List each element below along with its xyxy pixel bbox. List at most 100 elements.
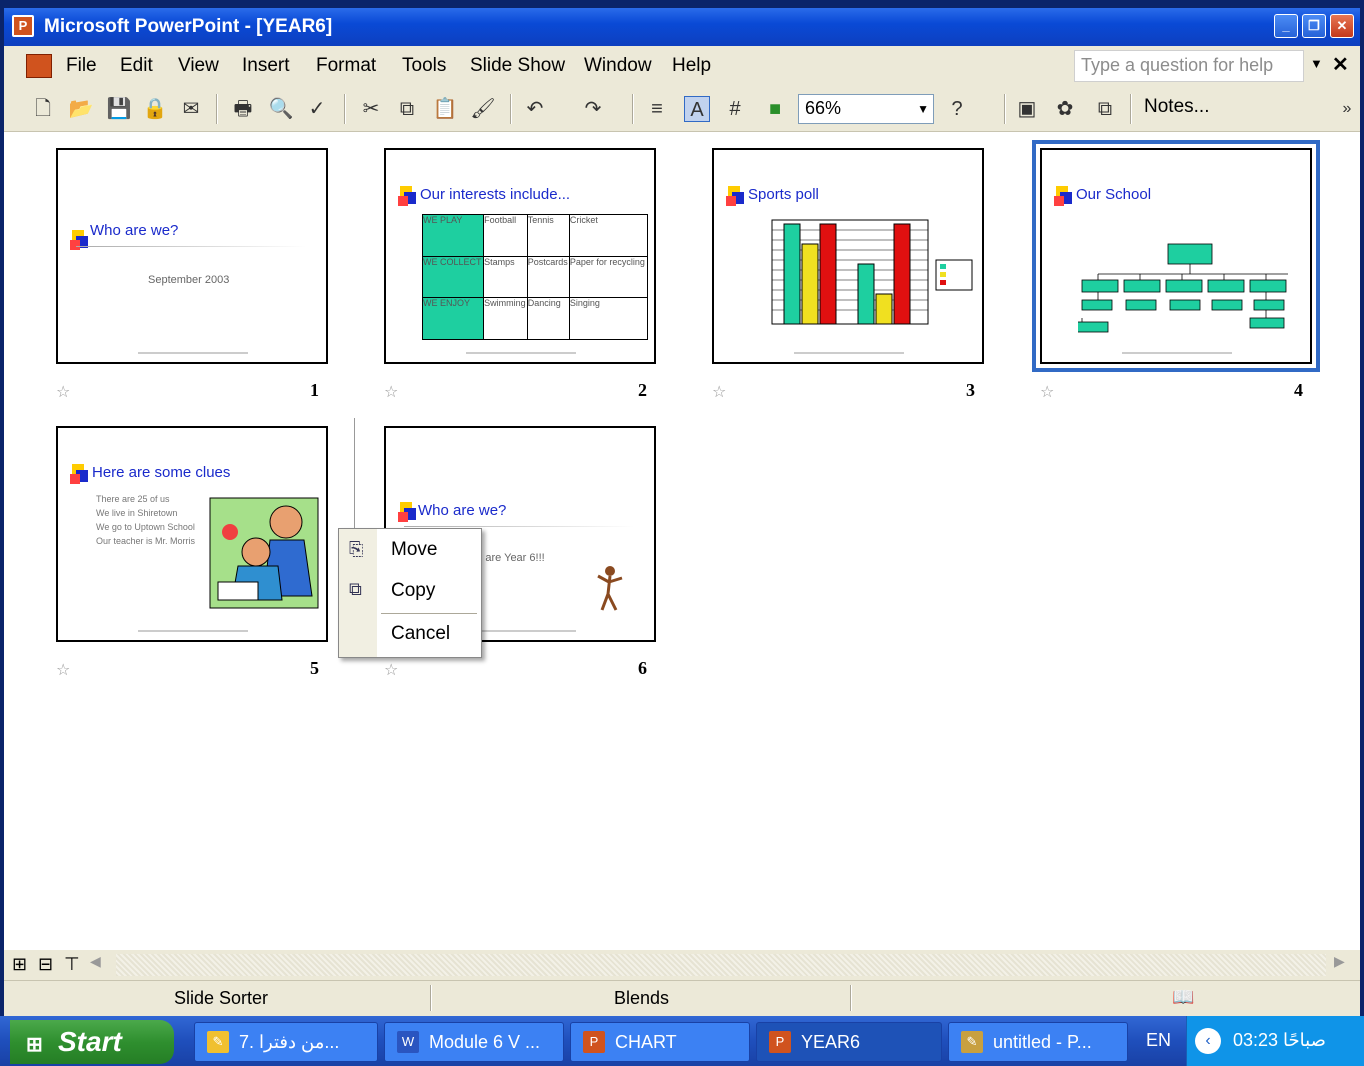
redo-icon[interactable]: ↷	[580, 96, 606, 122]
expand-all-icon[interactable]: ≡	[644, 96, 670, 122]
list-item: Our teacher is Mr. Morris	[96, 536, 196, 546]
transition-icon[interactable]: ☆	[56, 382, 70, 401]
slide-number: 1	[310, 380, 319, 400]
slide-thumbnail-3[interactable]: Sports poll	[712, 148, 984, 364]
email-icon[interactable]: ✉	[178, 96, 204, 122]
powerpoint-window: P Microsoft PowerPoint - [YEAR6] _ ❐ ✕ F…	[0, 0, 1364, 1066]
menu-item-cancel[interactable]: Cancel	[391, 623, 450, 645]
help-icon[interactable]: ?	[944, 96, 970, 122]
permission-icon[interactable]: 🔒	[142, 96, 168, 122]
menu-help[interactable]: Help	[672, 55, 711, 77]
scroll-left-icon[interactable]: ◀	[90, 954, 101, 970]
transition-icon[interactable]: ☆	[1040, 382, 1054, 401]
status-view: Slide Sorter	[174, 988, 269, 1008]
show-hidden-icons-icon[interactable]: ‹	[1195, 1028, 1221, 1054]
restore-button[interactable]: ❐	[1302, 14, 1326, 38]
chevron-down-icon[interactable]: ▼	[1310, 56, 1323, 71]
language-indicator[interactable]: EN	[1146, 1030, 1171, 1051]
close-document-icon[interactable]: ✕	[1332, 52, 1349, 77]
new-icon[interactable]: 🗋	[30, 96, 56, 122]
slide-sorter-view-icon[interactable]: ⊟	[38, 954, 53, 975]
scroll-right-icon[interactable]: ▶	[1334, 954, 1345, 970]
copy-icon[interactable]: ⧉	[394, 96, 420, 122]
slide-design-icon[interactable]: ▣	[1014, 96, 1040, 122]
paint-icon: ✎	[961, 1031, 983, 1053]
format-painter-icon[interactable]: 🖌	[470, 96, 496, 122]
list-item: We live in Shiretown	[96, 508, 178, 518]
taskbar-item-year6[interactable]: P YEAR6	[756, 1022, 942, 1062]
status-bar: Slide Sorter Blends 📖	[4, 980, 1360, 1016]
notes-button[interactable]: Notes...	[1144, 96, 1209, 118]
cut-icon[interactable]: ✂	[358, 96, 384, 122]
spelling-icon[interactable]: ✓	[304, 96, 330, 122]
menu-format[interactable]: Format	[316, 55, 376, 77]
menu-window[interactable]: Window	[584, 55, 652, 77]
start-label: Start	[58, 1026, 122, 1057]
powerpoint-icon[interactable]: P	[12, 15, 34, 37]
menu-item-copy[interactable]: Copy	[391, 580, 435, 602]
slide-title: Who are we?	[418, 502, 507, 519]
slide-thumbnail-4[interactable]: Our School	[1032, 140, 1320, 372]
zoom-select[interactable]: 66% ▼	[798, 94, 934, 124]
slide-show-view-icon[interactable]: ⊤	[64, 954, 80, 975]
slide-sorter-pane: Who are we? September 2003 ☆ 1 Our inter…	[4, 132, 1360, 950]
taskbar-item-folder[interactable]: ✎ 7. من دفترا...	[194, 1022, 378, 1062]
taskbar: ⊞ Start ✎ 7. من دفترا... W Module 6 V ..…	[0, 1016, 1364, 1066]
transition-icon[interactable]: ☆	[56, 660, 70, 679]
transition-icon[interactable]: ☆	[384, 382, 398, 401]
chart-picture	[771, 219, 973, 325]
chevron-down-icon[interactable]: ▼	[917, 102, 929, 116]
menu-tools[interactable]: Tools	[402, 55, 446, 77]
list-item: We go to Uptown School	[96, 522, 195, 532]
open-icon[interactable]: 📂	[68, 96, 94, 122]
folder-icon: ✎	[207, 1031, 229, 1053]
horizontal-scrollbar[interactable]	[116, 954, 1326, 976]
grid-icon[interactable]: #	[722, 96, 748, 122]
menu-insert[interactable]: Insert	[242, 55, 290, 77]
menu-item-move[interactable]: Move	[391, 539, 437, 561]
transition-icon[interactable]: ☆	[384, 660, 398, 679]
menu-edit[interactable]: Edit	[120, 55, 153, 77]
close-button[interactable]: ✕	[1330, 14, 1354, 38]
status-design: Blends	[614, 988, 670, 1008]
print-preview-icon[interactable]: 🔍	[268, 96, 294, 122]
save-icon[interactable]: 💾	[106, 96, 132, 122]
show-formatting-icon[interactable]: A	[684, 96, 710, 122]
taskbar-item-paint[interactable]: ✎ untitled - P...	[948, 1022, 1128, 1062]
list-item: There are 25 of us	[96, 494, 170, 504]
clock: 03:23 صباحًا	[1233, 1030, 1326, 1050]
new-slide-icon[interactable]: ✿	[1052, 96, 1078, 122]
slide-title: Here are some clues	[92, 464, 231, 481]
duplicate-icon[interactable]: ⧉	[1092, 96, 1118, 122]
menu-view[interactable]: View	[178, 55, 219, 77]
slide-number: 4	[1294, 380, 1303, 400]
slide-thumbnail-5[interactable]: Here are some clues There are 25 of us W…	[56, 426, 328, 642]
minimize-button[interactable]: _	[1274, 14, 1298, 38]
menu-file[interactable]: File	[66, 55, 97, 77]
menu-slide-show[interactable]: Slide Show	[470, 55, 565, 77]
title-bar[interactable]: P Microsoft PowerPoint - [YEAR6] _ ❐ ✕	[4, 8, 1360, 46]
start-button[interactable]: ⊞ Start	[10, 1020, 174, 1064]
print-icon[interactable]: 🖶	[230, 96, 256, 122]
word-icon: W	[397, 1031, 419, 1053]
powerpoint-icon: P	[583, 1031, 605, 1053]
slide-title: Our School	[1076, 186, 1152, 203]
slide-thumbnail-1[interactable]: Who are we? September 2003	[56, 148, 328, 364]
taskbar-item-chart[interactable]: P CHART	[570, 1022, 750, 1062]
slide-title: Sports poll	[748, 186, 819, 203]
paste-icon[interactable]: 📋	[432, 96, 458, 122]
windows-logo-icon: ⊞	[26, 1034, 43, 1056]
color-grayscale-icon[interactable]: ■	[762, 96, 788, 122]
slide-title: Our interests include...	[420, 186, 571, 203]
normal-view-icon[interactable]: ⊞	[12, 954, 27, 975]
slide-thumbnail-2[interactable]: Our interests include... WE PLAY Footbal…	[384, 148, 656, 364]
drag-context-menu: ⎘ Move ⧉ Copy Cancel	[338, 528, 482, 658]
taskbar-item-word[interactable]: W Module 6 V ...	[384, 1022, 564, 1062]
slide-number: 3	[966, 380, 975, 400]
transition-icon[interactable]: ☆	[712, 382, 726, 401]
slide-subtitle: September 2003	[148, 274, 230, 286]
undo-icon[interactable]: ↶	[522, 96, 548, 122]
document-icon[interactable]	[26, 54, 52, 78]
help-search-input[interactable]: Type a question for help	[1074, 50, 1304, 82]
toolbar-options-icon[interactable]: »	[1334, 96, 1360, 122]
